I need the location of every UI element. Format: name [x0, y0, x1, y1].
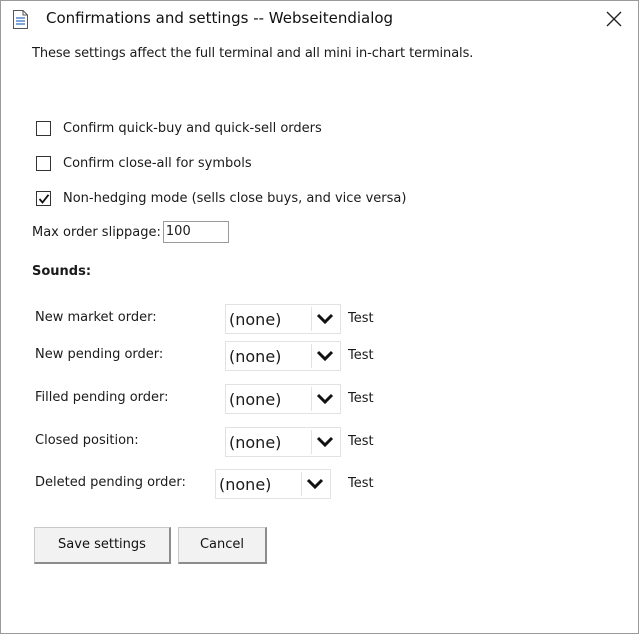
sound-row-filled-pending-order: Filled pending order: (none) Test	[35, 384, 455, 414]
max-slippage-row: Max order slippage: 100	[32, 221, 229, 243]
sound-label: Closed position:	[35, 433, 139, 448]
confirm-close-all-checkbox[interactable]	[36, 155, 51, 171]
checkbox-label: Non-hedging mode (sells close buys, and …	[63, 190, 407, 206]
new-pending-order-sound-select[interactable]: (none)	[225, 341, 341, 371]
non-hedging-checkbox[interactable]	[36, 190, 51, 206]
sound-row-new-market-order: New market order: (none) Test	[35, 304, 455, 334]
confirm-quick-orders-checkbox[interactable]	[36, 120, 51, 136]
window-title: Confirmations and settings -- Webseitend…	[46, 9, 394, 27]
test-sound-button[interactable]: Test	[348, 311, 374, 326]
checkbox-label: Confirm quick-buy and quick-sell orders	[63, 120, 322, 136]
select-value: (none)	[229, 390, 282, 409]
dialog-window: Confirmations and settings -- Webseitend…	[0, 0, 639, 634]
save-settings-button[interactable]: Save settings	[34, 527, 171, 564]
checkbox-label: Confirm close-all for symbols	[63, 155, 252, 171]
select-value: (none)	[229, 310, 282, 329]
title-bar: Confirmations and settings -- Webseitend…	[1, 1, 638, 37]
sound-label: New pending order:	[35, 347, 164, 362]
checkbox-row-confirm-close-all[interactable]: Confirm close-all for symbols	[36, 153, 252, 173]
sound-row-new-pending-order: New pending order: (none) Test	[35, 341, 455, 371]
sound-row-deleted-pending-order: Deleted pending order: (none) Test	[35, 469, 455, 499]
checkmark-icon	[38, 193, 50, 204]
chevron-down-icon[interactable]	[301, 472, 328, 496]
new-market-order-sound-select[interactable]: (none)	[225, 304, 341, 334]
checkbox-row-non-hedging[interactable]: Non-hedging mode (sells close buys, and …	[36, 188, 406, 208]
test-sound-button[interactable]: Test	[348, 348, 374, 363]
chevron-down-icon[interactable]	[311, 344, 338, 368]
closed-position-sound-select[interactable]: (none)	[225, 427, 341, 457]
sound-label: Filled pending order:	[35, 390, 169, 405]
test-sound-button[interactable]: Test	[348, 476, 374, 491]
chevron-down-icon[interactable]	[311, 307, 338, 331]
intro-text: These settings affect the full terminal …	[32, 46, 474, 61]
sound-label: Deleted pending order:	[35, 475, 186, 490]
chevron-down-icon[interactable]	[311, 430, 338, 454]
test-sound-button[interactable]: Test	[348, 434, 374, 449]
select-value: (none)	[229, 347, 282, 366]
deleted-pending-order-sound-select[interactable]: (none)	[215, 469, 331, 499]
sound-row-closed-position: Closed position: (none) Test	[35, 427, 455, 457]
select-value: (none)	[219, 475, 272, 494]
select-value: (none)	[229, 433, 282, 452]
close-button[interactable]	[596, 4, 632, 34]
cancel-button[interactable]: Cancel	[178, 527, 267, 564]
checkbox-row-confirm-quick-orders[interactable]: Confirm quick-buy and quick-sell orders	[36, 118, 322, 138]
test-sound-button[interactable]: Test	[348, 391, 374, 406]
chevron-down-icon[interactable]	[311, 387, 338, 411]
document-icon	[12, 10, 29, 29]
sound-label: New market order:	[35, 310, 157, 325]
max-slippage-input[interactable]: 100	[162, 221, 229, 243]
sounds-heading: Sounds:	[32, 264, 92, 279]
max-slippage-label: Max order slippage:	[32, 224, 161, 240]
filled-pending-order-sound-select[interactable]: (none)	[225, 384, 341, 414]
